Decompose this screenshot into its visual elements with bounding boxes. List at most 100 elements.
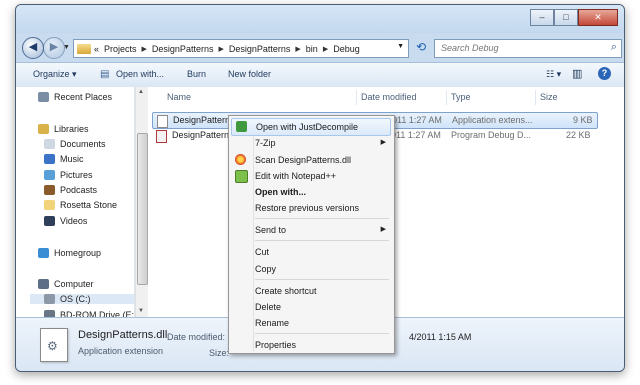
chevron-right-icon[interactable]: ▶ xyxy=(323,45,328,53)
forward-button[interactable]: ▶ xyxy=(43,37,65,59)
scroll-down-icon[interactable]: ▼ xyxy=(138,308,144,314)
scroll-up-icon[interactable]: ▲ xyxy=(138,89,144,95)
organize-button[interactable]: Organize ▾ xyxy=(33,69,77,80)
menu-item-open-with-justdecompile[interactable]: Open with JustDecompile xyxy=(231,118,391,136)
preview-pane-button[interactable]: ▥ xyxy=(572,67,582,80)
menu-item-label: Open with... xyxy=(255,187,306,197)
sidebar-item-podcasts[interactable]: Podcasts xyxy=(44,185,97,195)
recent-pages-dropdown-icon[interactable]: ▼ xyxy=(63,44,70,51)
address-bar[interactable]: « Projects ▶ DesignPatterns ▶ DesignPatter… xyxy=(73,39,409,58)
menu-item-cut[interactable]: Cut xyxy=(231,244,391,260)
breadcrumb-overflow[interactable]: « xyxy=(94,44,99,54)
sidebar-item-pictures[interactable]: Pictures xyxy=(44,170,93,180)
sidebar-item-rosetta-stone[interactable]: Rosetta Stone xyxy=(44,200,117,210)
sidebar-item-homegroup[interactable]: Homegroup xyxy=(38,248,101,258)
sidebar-item-label: OS (C:) xyxy=(60,294,91,304)
menu-item-label: Create shortcut xyxy=(255,286,317,296)
menu-item-label: Properties xyxy=(255,340,297,350)
minimize-button[interactable]: – xyxy=(530,9,554,26)
folder-icon xyxy=(77,43,91,54)
burn-button[interactable]: Burn xyxy=(187,69,206,79)
chevron-right-icon[interactable]: ▶ xyxy=(218,45,223,53)
pictures-icon xyxy=(44,170,55,180)
menu-item-rename[interactable]: Rename xyxy=(231,315,391,331)
menu-item-label: Open with JustDecompile xyxy=(256,122,359,132)
menu-item-label: Restore previous versions xyxy=(255,203,360,213)
menu-item-delete[interactable]: Delete xyxy=(231,299,391,315)
column-divider[interactable] xyxy=(356,90,357,105)
chevron-right-icon[interactable]: ▶ xyxy=(295,45,300,53)
breadcrumb-projects[interactable]: Projects ▶ xyxy=(104,44,152,54)
sidebar-item-label: Podcasts xyxy=(60,185,98,195)
menu-item-label: Edit with Notepad++ xyxy=(255,171,337,181)
menu-item-edit-notepadpp[interactable]: Edit with Notepad++ xyxy=(231,168,391,184)
breadcrumb-designpatterns-sub[interactable]: DesignPatterns ▶ xyxy=(229,44,306,54)
breadcrumb-label: Projects xyxy=(104,43,137,54)
menu-item-scan[interactable]: Scan DesignPatterns.dll xyxy=(231,152,391,168)
sidebar-item-music[interactable]: Music xyxy=(44,154,84,164)
menu-separator xyxy=(255,240,389,241)
menu-separator xyxy=(255,279,389,280)
sidebar-item-documents[interactable]: Documents xyxy=(44,139,106,149)
sidebar-item-libraries[interactable]: Libraries xyxy=(38,124,89,134)
sidebar-item-videos[interactable]: Videos xyxy=(44,216,87,226)
search-input[interactable] xyxy=(441,43,601,53)
scrollbar-thumb[interactable] xyxy=(137,133,148,285)
open-with-button[interactable]: Open with... xyxy=(116,69,164,79)
justdecompile-icon xyxy=(236,121,247,132)
breadcrumb-debug[interactable]: Debug xyxy=(333,44,360,54)
file-size: 22 KB xyxy=(566,130,591,140)
refresh-button[interactable]: ⟲ xyxy=(412,39,430,57)
menu-item-7zip[interactable]: 7-Zip ▶ xyxy=(231,135,391,151)
pdb-file-icon xyxy=(156,130,167,143)
breadcrumb-bin[interactable]: bin ▶ xyxy=(306,44,333,54)
column-header-size[interactable]: Size xyxy=(540,92,558,102)
details-date-label: Date modified: xyxy=(167,332,226,342)
column-divider[interactable] xyxy=(535,90,536,105)
menu-item-send-to[interactable]: Send to ▶ xyxy=(231,222,391,238)
submenu-arrow-icon: ▶ xyxy=(380,139,386,146)
menu-item-label: Rename xyxy=(255,318,290,328)
help-button[interactable]: ? xyxy=(598,67,611,80)
new-folder-button[interactable]: New folder xyxy=(228,69,271,79)
breadcrumb-designpatterns[interactable]: DesignPatterns ▶ xyxy=(152,44,229,54)
file-type: Program Debug D... xyxy=(451,130,532,140)
sidebar-item-recent-places[interactable]: Recent Places xyxy=(38,92,112,102)
change-view-button[interactable]: ☷ ▾ xyxy=(546,69,561,80)
antivirus-icon xyxy=(235,154,246,165)
address-dropdown-icon[interactable]: ▼ xyxy=(397,43,404,50)
column-divider[interactable] xyxy=(446,90,447,105)
menu-item-restore-previous[interactable]: Restore previous versions xyxy=(231,200,391,216)
menu-item-open-with[interactable]: Open with... xyxy=(231,184,391,200)
file-name: DesignPatterns. xyxy=(172,130,237,140)
column-header-type[interactable]: Type xyxy=(451,92,471,102)
sidebar-item-label: Computer xyxy=(54,279,94,289)
column-header-date-modified[interactable]: Date modified xyxy=(361,92,417,102)
menu-separator xyxy=(255,333,389,334)
podcasts-icon xyxy=(44,185,55,195)
search-box[interactable]: ⌕ xyxy=(434,39,622,58)
navigation-pane: Recent Places Libraries Documents Music Pict… xyxy=(16,87,135,320)
close-button[interactable]: ✕ xyxy=(578,9,618,26)
dll-file-icon: ⚙ xyxy=(40,328,68,362)
sidebar-item-os-c[interactable]: OS (C:) xyxy=(30,294,134,304)
breadcrumb-label: DesignPatterns xyxy=(228,43,291,54)
sidebar-item-label: Pictures xyxy=(60,170,93,180)
sidebar-item-computer[interactable]: Computer xyxy=(38,279,94,289)
menu-item-copy[interactable]: Copy xyxy=(231,261,391,277)
maximize-button[interactable]: □ xyxy=(554,9,578,26)
homegroup-icon xyxy=(38,248,49,258)
back-button[interactable]: ◀ xyxy=(22,37,44,59)
gear-icon: ⚙ xyxy=(47,339,58,353)
notepadpp-icon xyxy=(235,170,248,183)
navigation-scrollbar[interactable]: ▲ ▼ xyxy=(135,87,148,317)
menu-item-properties[interactable]: Properties xyxy=(231,337,391,353)
menu-item-create-shortcut[interactable]: Create shortcut xyxy=(231,283,391,299)
column-header-name[interactable]: Name xyxy=(167,92,191,102)
chevron-right-icon[interactable]: ▶ xyxy=(142,45,147,53)
menu-item-label: Send to xyxy=(255,225,287,235)
search-icon[interactable]: ⌕ xyxy=(611,41,617,54)
rosetta-stone-icon xyxy=(44,200,55,210)
title-bar: – □ ✕ xyxy=(16,5,624,33)
sidebar-item-label: Music xyxy=(60,154,84,164)
